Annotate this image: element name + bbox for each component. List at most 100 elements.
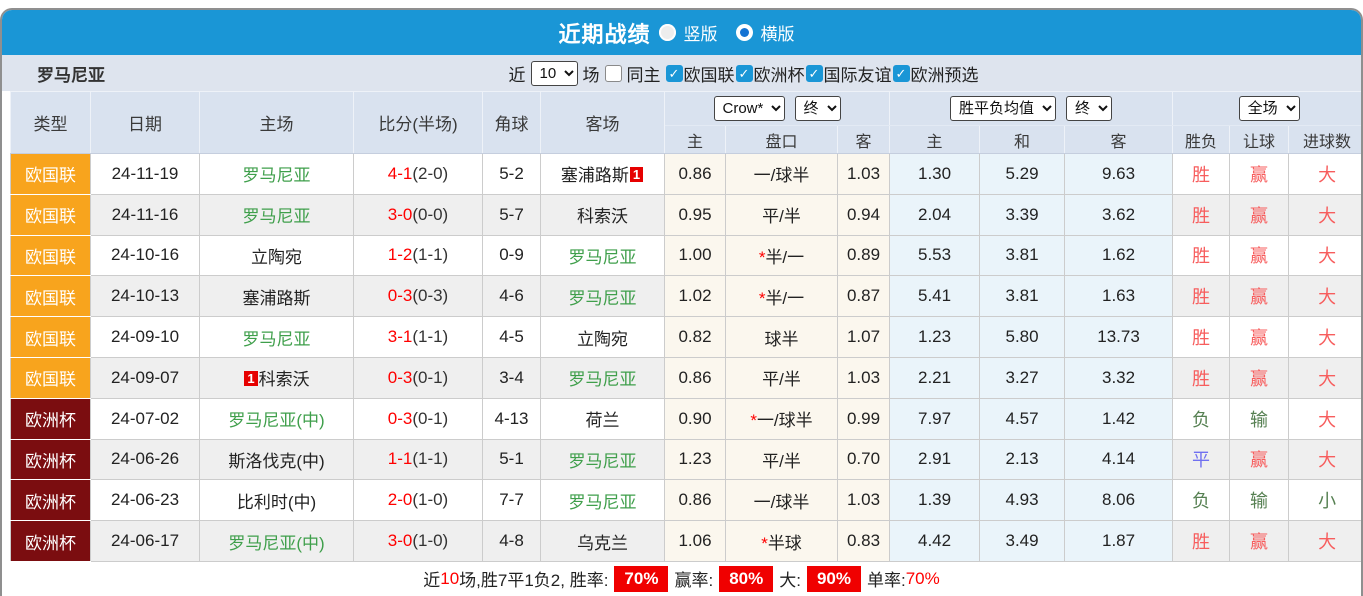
avg-odds-select[interactable]: 胜平负均值: [950, 96, 1056, 121]
col-header-avg-home: 主: [890, 126, 980, 154]
scope-select[interactable]: 全场: [1239, 96, 1300, 121]
vertical-layout-radio[interactable]: [659, 24, 676, 41]
col-header-handicap: 让球: [1230, 126, 1289, 154]
col-header-date: 日期: [91, 92, 200, 154]
red-card-badge: 1: [630, 167, 643, 182]
horizontal-layout-label[interactable]: 横版: [761, 20, 795, 45]
handicap-result-cell: 赢: [1230, 521, 1289, 562]
date-cell: 24-06-17: [91, 521, 200, 562]
avg-home-odds: 5.41: [890, 276, 980, 317]
handicap-home-odds: 1.02: [665, 276, 726, 317]
league-checkbox[interactable]: [806, 65, 823, 82]
result-cell: 胜: [1173, 317, 1230, 358]
corner-cell: 4-6: [483, 276, 541, 317]
avg-away-odds: 13.73: [1065, 317, 1173, 358]
col-header-result: 胜负: [1173, 126, 1230, 154]
date-cell: 24-10-13: [91, 276, 200, 317]
home-team-cell: 塞浦路斯: [200, 276, 354, 317]
handicap-line: *半/一: [726, 276, 838, 317]
bookmaker-select[interactable]: Crow*: [714, 96, 785, 121]
col-header-corner: 角球: [483, 92, 541, 154]
handicap-line: 平/半: [726, 357, 838, 398]
corner-cell: 5-7: [483, 194, 541, 235]
league-checkbox[interactable]: [736, 65, 753, 82]
avg-draw-odds: 3.81: [980, 235, 1065, 276]
header-selects-row: 类型 日期 主场 比分(半场) 角球 客场 Crow* 终 胜平负均值 终: [11, 92, 1363, 126]
home-team-cell: 比利时(中): [200, 480, 354, 521]
same-home-checkbox[interactable]: [605, 65, 622, 82]
avg-time-select[interactable]: 终: [1066, 96, 1112, 121]
goals-result-cell: 大: [1289, 317, 1363, 358]
away-team-cell: 立陶宛: [541, 317, 665, 358]
league-type-cell: 欧国联: [11, 317, 91, 358]
avg-draw-odds: 2.13: [980, 439, 1065, 480]
col-header-home: 主场: [200, 92, 354, 154]
col-header-goals: 进球数: [1289, 126, 1363, 154]
handicap-away-odds: 1.07: [838, 317, 890, 358]
match-count-select[interactable]: 10: [531, 61, 578, 86]
avg-home-odds: 1.30: [890, 154, 980, 195]
bookmaker-time-select[interactable]: 终: [795, 96, 841, 121]
team-name: 罗马尼亚: [243, 166, 311, 185]
handicap-result-cell: 赢: [1230, 276, 1289, 317]
goals-result-cell: 大: [1289, 398, 1363, 439]
league-checkbox[interactable]: [893, 65, 910, 82]
avg-away-odds: 1.87: [1065, 521, 1173, 562]
league-filter: 欧国联: [666, 61, 735, 86]
score-cell: 0-3(0-3): [354, 276, 483, 317]
col-header-avg-draw: 和: [980, 126, 1065, 154]
score-cell: 4-1(2-0): [354, 154, 483, 195]
home-team-cell: 罗马尼亚(中): [200, 398, 354, 439]
league-checkbox-label[interactable]: 国际友谊: [824, 61, 892, 86]
rate-badge: 90%: [807, 566, 861, 592]
league-type-cell: 欧洲杯: [11, 439, 91, 480]
date-cell: 24-07-02: [91, 398, 200, 439]
result-cell: 胜: [1173, 154, 1230, 195]
goals-result-cell: 大: [1289, 521, 1363, 562]
away-team-cell: 罗马尼亚: [541, 276, 665, 317]
team-name: 罗马尼亚: [569, 289, 637, 308]
match-row: 欧洲杯24-07-02罗马尼亚(中)0-3(0-1)4-13荷兰0.90*一/球…: [11, 398, 1363, 439]
goals-result-cell: 大: [1289, 439, 1363, 480]
league-type-cell: 欧洲杯: [11, 398, 91, 439]
score-cell: 1-2(1-1): [354, 235, 483, 276]
away-team-cell: 罗马尼亚: [541, 357, 665, 398]
handicap-line: 一/球半: [726, 480, 838, 521]
result-cell: 胜: [1173, 357, 1230, 398]
corner-cell: 5-1: [483, 439, 541, 480]
corner-cell: 0-9: [483, 235, 541, 276]
vertical-layout-label[interactable]: 竖版: [684, 20, 718, 45]
summary-text: 70%: [906, 569, 940, 589]
corner-cell: 7-7: [483, 480, 541, 521]
league-checkbox-label[interactable]: 欧国联: [684, 61, 735, 86]
corner-cell: 4-13: [483, 398, 541, 439]
away-team-cell: 科索沃: [541, 194, 665, 235]
handicap-away-odds: 1.03: [838, 480, 890, 521]
goals-result-cell: 大: [1289, 194, 1363, 235]
handicap-result-cell: 赢: [1230, 154, 1289, 195]
handicap-home-odds: 0.90: [665, 398, 726, 439]
summary-text: 近: [423, 566, 440, 591]
handicap-result-cell: 赢: [1230, 357, 1289, 398]
score-cell: 1-1(1-1): [354, 439, 483, 480]
match-row: 欧国联24-10-16立陶宛1-2(1-1)0-9罗马尼亚1.00*半/一0.8…: [11, 235, 1363, 276]
horizontal-layout-radio[interactable]: [736, 24, 753, 41]
league-checkbox-label[interactable]: 欧洲预选: [911, 61, 979, 86]
match-row: 欧国联24-09-10罗马尼亚3-1(1-1)4-5立陶宛0.82球半1.071…: [11, 317, 1363, 358]
col-header-score: 比分(半场): [354, 92, 483, 154]
handicap-away-odds: 1.03: [838, 154, 890, 195]
result-cell: 胜: [1173, 276, 1230, 317]
away-team-cell: 罗马尼亚: [541, 439, 665, 480]
same-home-label[interactable]: 同主: [627, 61, 661, 86]
league-checkbox[interactable]: [666, 65, 683, 82]
avg-draw-odds: 3.27: [980, 357, 1065, 398]
league-checkbox-label[interactable]: 欧洲杯: [754, 61, 805, 86]
team-name: 罗马尼亚: [569, 248, 637, 267]
avg-draw-odds: 5.80: [980, 317, 1065, 358]
handicap-home-odds: 1.00: [665, 235, 726, 276]
team-name: 立陶宛: [577, 330, 628, 349]
score-cell: 0-3(0-1): [354, 398, 483, 439]
league-filter-group: 欧国联欧洲杯国际友谊欧洲预选: [666, 61, 979, 86]
result-cell: 胜: [1173, 235, 1230, 276]
avg-draw-odds: 4.93: [980, 480, 1065, 521]
